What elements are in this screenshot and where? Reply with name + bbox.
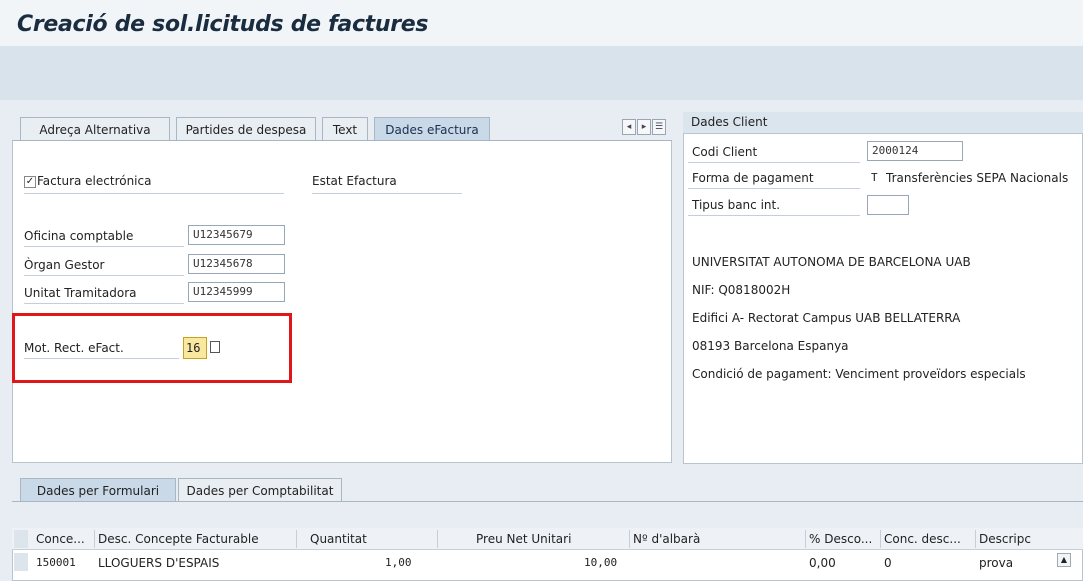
column-separator xyxy=(975,530,976,548)
tipus-banc-label: Tipus banc int. xyxy=(692,198,781,212)
efactura-panel xyxy=(12,141,672,463)
divider xyxy=(24,303,184,304)
tab-dades-per-comptabilitat[interactable]: Dades per Comptabilitat xyxy=(178,478,342,502)
application-toolbar xyxy=(0,46,1083,100)
mot-rect-efact-label: Mot. Rect. eFact. xyxy=(24,341,124,355)
title-bar: Creació de sol.licituds de factures xyxy=(0,0,1083,46)
column-header[interactable]: Quantitat xyxy=(310,532,367,546)
column-header[interactable]: Conce... xyxy=(36,532,85,546)
column-header[interactable]: Nº d'albarà xyxy=(633,532,700,546)
address-line: Edifici A- Rectorat Campus UAB BELLATERR… xyxy=(692,311,961,325)
divider xyxy=(24,275,184,276)
address-line: NIF: Q0818002H xyxy=(692,283,791,297)
table-cell[interactable]: 1,00 xyxy=(385,556,412,569)
tab-text[interactable]: Text xyxy=(322,117,368,141)
column-separator xyxy=(296,530,297,548)
column-separator xyxy=(94,530,95,548)
scroll-up-icon[interactable]: ▲ xyxy=(1057,553,1071,567)
divider xyxy=(688,188,860,189)
page-title: Creació de sol.licituds de factures xyxy=(17,12,429,37)
column-header[interactable]: % Desco... xyxy=(809,532,872,546)
factura-electronica-checkbox[interactable]: ✓ xyxy=(24,176,36,188)
column-header[interactable]: Conc. desc... xyxy=(884,532,961,546)
table-cell[interactable]: 10,00 xyxy=(584,556,617,569)
table-cell[interactable]: 150001 xyxy=(36,556,76,569)
mot-rect-efact-field[interactable]: 16 xyxy=(183,337,207,359)
address-line: UNIVERSITAT AUTONOMA DE BARCELONA UAB xyxy=(692,255,971,269)
tab-list-icon[interactable]: ☰ xyxy=(652,119,666,135)
column-separator xyxy=(880,530,881,548)
column-separator xyxy=(805,530,806,548)
unitat-tramitadora-label: Unitat Tramitadora xyxy=(24,286,137,300)
tab-scroll-right-icon[interactable]: ▸ xyxy=(637,119,651,135)
column-header[interactable]: Descripc xyxy=(979,532,1031,546)
address-line: Condició de pagament: Venciment proveïdo… xyxy=(692,367,1026,381)
bottom-tab-divider xyxy=(12,501,1083,502)
dades-client-title: Dades Client xyxy=(691,115,768,129)
factura-electronica-label: Factura electrónica xyxy=(37,174,152,188)
table-cell[interactable]: prova xyxy=(979,556,1013,570)
table-cell[interactable]: LLOGUERS D'ESPAIS xyxy=(98,556,219,570)
row-selector[interactable] xyxy=(14,553,28,571)
divider xyxy=(24,193,284,194)
codi-client-field[interactable]: 2000124 xyxy=(867,141,963,161)
forma-pagament-value: Transferències SEPA Nacionals xyxy=(886,171,1069,185)
oficina-comptable-label: Oficina comptable xyxy=(24,229,134,243)
tab-adreca-alternativa[interactable]: Adreça Alternativa xyxy=(20,117,170,141)
tab-scroll-left-icon[interactable]: ◂ xyxy=(622,119,636,135)
unitat-tramitadora-field[interactable]: U12345999 xyxy=(188,282,285,302)
column-separator xyxy=(629,530,630,548)
table-cell[interactable]: 0,00 xyxy=(809,556,836,570)
organ-gestor-field[interactable]: U12345678 xyxy=(188,254,285,274)
oficina-comptable-field[interactable]: U12345679 xyxy=(188,225,285,245)
divider xyxy=(688,215,860,216)
divider xyxy=(24,358,179,359)
organ-gestor-label: Òrgan Gestor xyxy=(24,258,105,272)
divider xyxy=(688,162,860,163)
forma-pagament-label: Forma de pagament xyxy=(692,171,814,185)
value-help-icon[interactable] xyxy=(210,341,220,353)
table-cell[interactable]: 0 xyxy=(884,556,892,570)
forma-pagament-code[interactable]: T xyxy=(871,171,878,184)
divider xyxy=(24,246,184,247)
select-all-rows[interactable] xyxy=(14,530,28,548)
tab-dades-per-formulari[interactable]: Dades per Formulari xyxy=(20,478,176,502)
address-line: 08193 Barcelona Espanya xyxy=(692,339,849,353)
estat-efactura-label: Estat Efactura xyxy=(312,174,397,188)
tipus-banc-field[interactable] xyxy=(867,195,909,215)
column-separator xyxy=(437,530,438,548)
column-header[interactable]: Desc. Concepte Facturable xyxy=(98,532,259,546)
divider xyxy=(312,193,462,194)
tab-partides-de-despesa[interactable]: Partides de despesa xyxy=(176,117,316,141)
codi-client-label: Codi Client xyxy=(692,145,758,159)
column-header[interactable]: Preu Net Unitari xyxy=(476,532,571,546)
tab-dades-efactura[interactable]: Dades eFactura xyxy=(374,117,490,141)
